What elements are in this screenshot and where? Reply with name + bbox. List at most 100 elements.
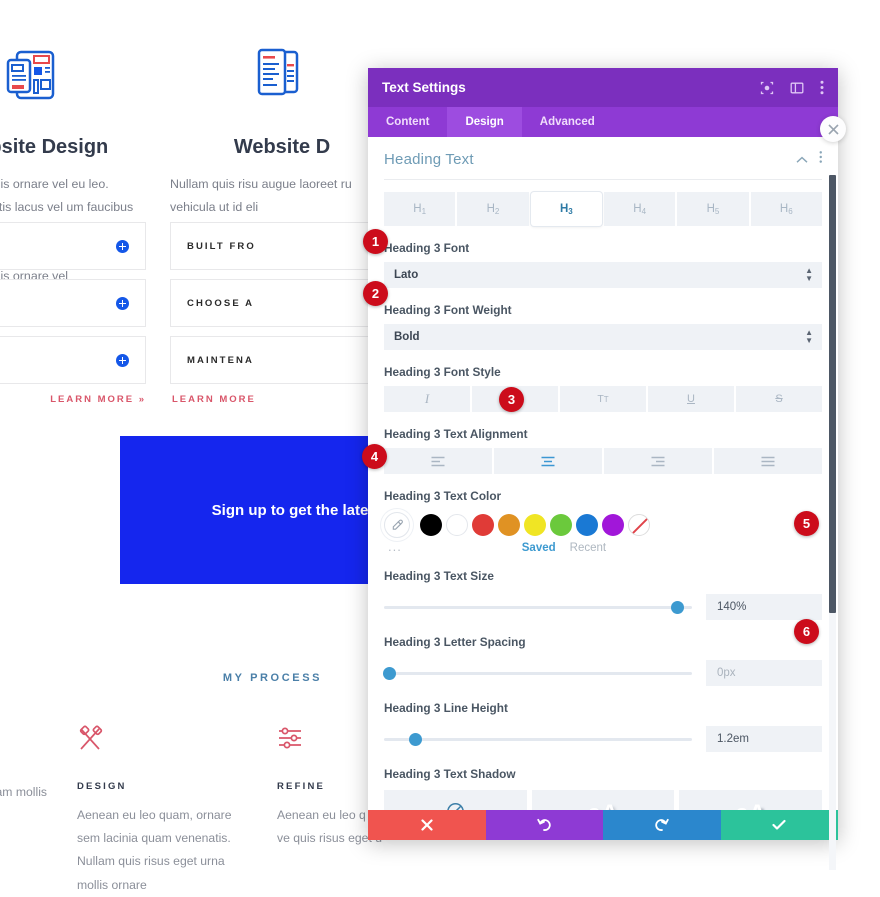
callout-badge-5: 5 bbox=[794, 511, 819, 536]
align-right-icon[interactable] bbox=[604, 448, 712, 474]
redo-button[interactable] bbox=[603, 810, 721, 840]
field-text-alignment: Heading 3 Text Alignment bbox=[384, 427, 822, 474]
process-body: Aenean eu leo quam, ornare sem lacinia q… bbox=[77, 808, 232, 892]
close-circle-icon[interactable] bbox=[820, 116, 846, 142]
swatch-red[interactable] bbox=[472, 514, 494, 536]
service-title: Website Design bbox=[0, 136, 109, 158]
tab-content[interactable]: Content bbox=[368, 107, 447, 137]
text-settings-modal: Text Settings Content Design Advanced He… bbox=[368, 68, 846, 870]
field-label: Heading 3 Font bbox=[384, 241, 470, 255]
toggle-item[interactable]: LOGO bbox=[0, 279, 146, 327]
align-center-icon[interactable] bbox=[494, 448, 602, 474]
section-header-heading-text[interactable]: Heading Text bbox=[384, 137, 822, 180]
tab-recent-colors[interactable]: Recent bbox=[570, 542, 606, 554]
color-tabs: Saved Recent bbox=[402, 542, 822, 554]
save-button[interactable] bbox=[720, 810, 838, 840]
kebab-menu-icon[interactable] bbox=[819, 150, 823, 169]
pencil-ruler-icon bbox=[77, 725, 253, 767]
target-icon[interactable] bbox=[760, 81, 774, 95]
font-weight-select[interactable]: Bold ▲ ▼ bbox=[384, 324, 822, 350]
font-select-value: Lato bbox=[394, 269, 419, 281]
swatch-none[interactable] bbox=[628, 514, 650, 536]
toggle-item[interactable]: CHOOSE A bbox=[170, 279, 394, 327]
text-shadow-option-2[interactable]: aA bbox=[531, 790, 675, 810]
slider-knob[interactable] bbox=[383, 666, 396, 680]
align-left-icon[interactable] bbox=[384, 448, 492, 474]
toggle-item[interactable]: GN bbox=[0, 222, 146, 270]
callout-badge-3: 3 bbox=[499, 387, 524, 412]
swatch-purple[interactable] bbox=[602, 514, 624, 536]
service-title: Website D bbox=[233, 136, 331, 158]
text-size-slider[interactable] bbox=[384, 600, 692, 614]
underline-icon[interactable]: U bbox=[648, 386, 734, 412]
modal-scrollbar-thumb[interactable] bbox=[829, 175, 836, 613]
toggle-item[interactable]: ATEGY bbox=[0, 336, 146, 384]
small-caps-icon[interactable]: TT bbox=[560, 386, 646, 412]
swatch-blue[interactable] bbox=[576, 514, 598, 536]
cancel-button[interactable] bbox=[368, 810, 486, 840]
kebab-menu-icon[interactable] bbox=[820, 80, 824, 95]
field-text-color: Heading 3 Text Color ... Saved Recent bbox=[384, 489, 822, 554]
learn-more-link[interactable]: LEARN MORE » bbox=[0, 394, 146, 405]
letter-spacing-input[interactable]: 0px bbox=[706, 660, 822, 686]
modal-action-bar bbox=[368, 810, 838, 840]
swatch-green[interactable] bbox=[550, 514, 572, 536]
toggle-item[interactable]: BUILT FRO bbox=[170, 222, 394, 270]
more-colors-button[interactable]: ... bbox=[388, 539, 402, 554]
eyedropper-icon[interactable] bbox=[384, 512, 410, 538]
text-shadow-none[interactable] bbox=[384, 790, 527, 810]
font-select[interactable]: Lato ▲ ▼ bbox=[384, 262, 822, 288]
field-label: Heading 3 Text Color bbox=[384, 489, 502, 503]
swatch-black[interactable] bbox=[420, 514, 442, 536]
chevron-up-icon[interactable] bbox=[796, 151, 808, 169]
field-letter-spacing: Heading 3 Letter Spacing 0px bbox=[383, 635, 822, 686]
toggle-item[interactable]: MAINTENA bbox=[170, 336, 394, 384]
heading-level-h4[interactable]: H4 bbox=[603, 192, 676, 226]
align-justify-icon[interactable] bbox=[714, 448, 822, 474]
field-label: Heading 3 Font Weight bbox=[384, 303, 512, 317]
callout-badge-2: 2 bbox=[363, 281, 388, 306]
italic-icon[interactable]: I bbox=[384, 386, 470, 412]
text-size-input[interactable]: 140% bbox=[706, 594, 822, 620]
panel-layout-icon[interactable] bbox=[790, 81, 804, 95]
heading-level-h6[interactable]: H6 bbox=[750, 192, 822, 226]
letter-spacing-slider[interactable] bbox=[383, 666, 692, 680]
chevron-updown-icon: ▲ ▼ bbox=[805, 266, 813, 283]
service-body: Nullam quis risu augue laoreet ru vehicu… bbox=[170, 177, 352, 214]
field-label: Heading 3 Text Alignment bbox=[384, 427, 528, 441]
font-weight-value: Bold bbox=[394, 331, 420, 343]
plus-icon[interactable] bbox=[116, 353, 129, 367]
callout-badge-1: 1 bbox=[363, 229, 388, 254]
strikethrough-icon[interactable]: S bbox=[736, 386, 822, 412]
swatch-yellow[interactable] bbox=[524, 514, 546, 536]
line-height-input[interactable]: 1.2em bbox=[706, 726, 822, 752]
heading-level-tabs: H1 H2 H3 H4 H5 H6 bbox=[384, 192, 822, 226]
process-body: . ornare sem atis. Nullam mollis ornare bbox=[0, 785, 47, 799]
chevron-updown-icon: ▲ ▼ bbox=[805, 328, 813, 345]
undo-button[interactable] bbox=[485, 810, 603, 840]
text-shadow-option-3[interactable]: aA bbox=[679, 790, 822, 810]
line-height-slider[interactable] bbox=[384, 732, 692, 746]
tab-saved-colors[interactable]: Saved bbox=[522, 542, 556, 554]
documents-stack-icon bbox=[170, 30, 394, 120]
heading-level-h5[interactable]: H5 bbox=[677, 192, 749, 226]
field-label: Heading 3 Letter Spacing bbox=[384, 635, 526, 649]
swatch-orange[interactable] bbox=[498, 514, 520, 536]
toggle-label: BUILT FRO bbox=[187, 240, 256, 252]
toggle-group-1: GN LOGO ATEGY LEARN MORE » bbox=[0, 222, 158, 405]
swatch-white[interactable] bbox=[446, 514, 468, 536]
heading-level-h2[interactable]: H2 bbox=[457, 192, 529, 226]
slider-knob[interactable] bbox=[670, 600, 684, 614]
plus-icon[interactable] bbox=[116, 239, 129, 253]
modal-scroll-area: Heading Text H1 H2 H 3 H 4 H 5 H 6 Headi… bbox=[368, 137, 838, 810]
slider-knob[interactable] bbox=[408, 732, 422, 746]
heading-level-h3[interactable]: H3 bbox=[530, 192, 602, 226]
plus-icon[interactable] bbox=[116, 296, 129, 310]
callout-badge-6: 6 bbox=[794, 619, 819, 644]
tab-design[interactable]: Design bbox=[447, 107, 522, 137]
tab-advanced[interactable]: Advanced bbox=[522, 107, 613, 137]
learn-more-link[interactable]: LEARN MORE bbox=[170, 394, 394, 405]
field-label: Heading 3 Font Style bbox=[384, 365, 501, 379]
heading-level-h1[interactable]: H1 bbox=[384, 192, 456, 226]
shadow-preview: aA bbox=[735, 801, 766, 810]
